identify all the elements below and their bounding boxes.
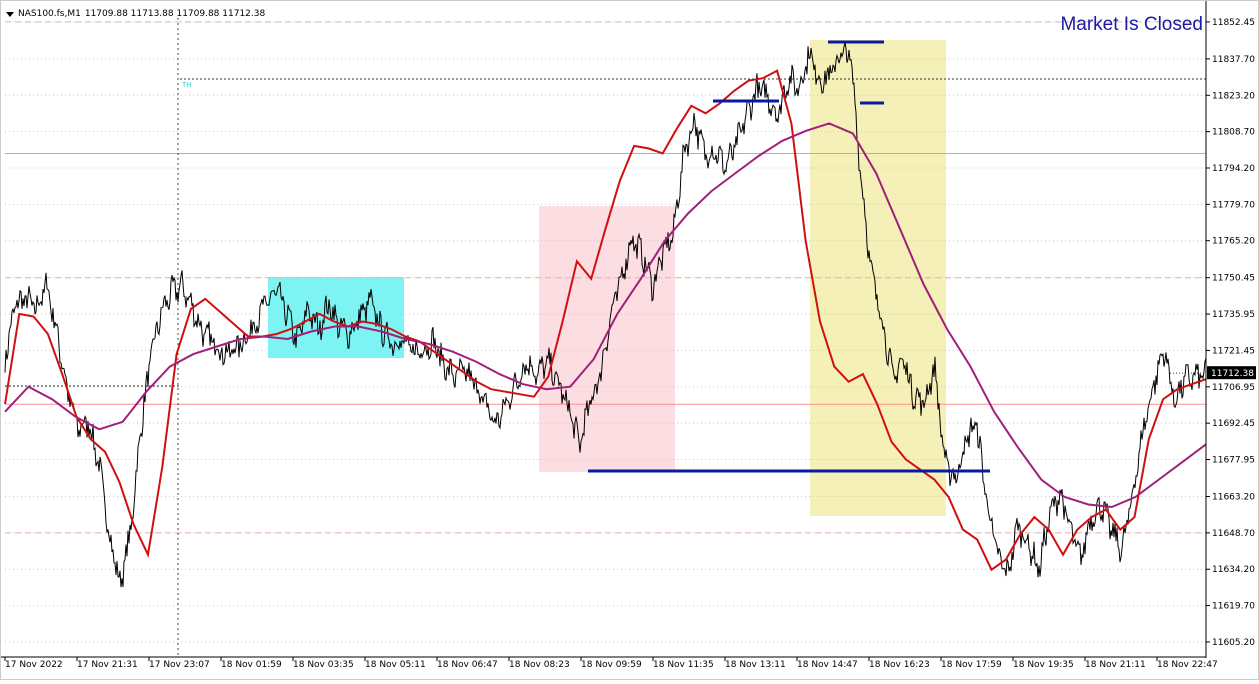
price-chart[interactable]: TH 11852.45 11837.70 11823.20 11808.70 11794.… — [0, 0, 1259, 680]
y-tick-label: 11692.45 — [1212, 419, 1255, 429]
zone-box-pink — [539, 206, 675, 472]
y-tick-label: 11808.70 — [1212, 128, 1255, 138]
y-tick-label: 11721.45 — [1212, 346, 1255, 356]
x-tick-label: 18 Nov 16:23 — [869, 660, 930, 670]
ohlc-values: 11709.88 11713.88 11709.88 11712.38 — [84, 9, 266, 19]
y-tick-label: 11619.70 — [1212, 602, 1255, 612]
symbol-header: NAS100.fs,M1 11709.88 11713.88 11709.88 … — [6, 9, 265, 19]
y-tick-label: 11794.20 — [1212, 164, 1255, 174]
y-tick-label: 11634.20 — [1212, 565, 1255, 575]
x-tick-label: 18 Nov 01:59 — [221, 660, 282, 670]
y-tick-label: 11663.20 — [1212, 493, 1255, 503]
x-tick-label: 18 Nov 22:47 — [1157, 660, 1218, 670]
x-tick-label: 18 Nov 21:11 — [1085, 660, 1146, 670]
y-tick-label: 11648.70 — [1212, 529, 1255, 539]
y-tick-label: 11605.20 — [1212, 638, 1255, 648]
x-tick-label: 18 Nov 09:59 — [581, 660, 642, 670]
current-price-label: 11712.38 — [1211, 369, 1254, 379]
y-tick-label: 11779.70 — [1212, 200, 1255, 210]
period-marker: TH — [181, 81, 192, 89]
x-tick-label: 17 Nov 2022 — [5, 660, 63, 670]
x-tick-label: 18 Nov 13:11 — [725, 660, 786, 670]
y-tick-label: 11852.45 — [1212, 18, 1255, 28]
chart-menu-icon[interactable] — [6, 11, 14, 17]
market-status: Market Is Closed — [1060, 14, 1203, 35]
x-tick-label: 18 Nov 17:59 — [941, 660, 1002, 670]
x-tick-label: 18 Nov 08:23 — [509, 660, 570, 670]
symbol-name: NAS100.fs,M1 — [18, 9, 81, 19]
y-tick-label: 11735.95 — [1212, 310, 1255, 320]
x-tick-label: 18 Nov 06:47 — [437, 660, 498, 670]
y-tick-label: 11837.70 — [1212, 55, 1255, 65]
y-tick-label: 11765.20 — [1212, 237, 1255, 247]
x-tick-label: 18 Nov 11:35 — [653, 660, 714, 670]
x-tick-label: 17 Nov 21:31 — [77, 660, 138, 670]
x-tick-label: 17 Nov 23:07 — [149, 660, 210, 670]
y-tick-label: 11823.20 — [1212, 91, 1255, 101]
x-tick-label: 18 Nov 05:11 — [365, 660, 426, 670]
chart-canvas[interactable]: TH 11852.45 11837.70 11823.20 11808.70 11794.… — [0, 0, 1259, 680]
y-tick-label: 11677.95 — [1212, 456, 1255, 466]
x-tick-label: 18 Nov 14:47 — [797, 660, 858, 670]
x-tick-label: 18 Nov 19:35 — [1013, 660, 1074, 670]
x-tick-label: 18 Nov 03:35 — [293, 660, 354, 670]
y-tick-label: 11706.95 — [1212, 383, 1255, 393]
y-tick-label: 11750.45 — [1212, 274, 1255, 284]
